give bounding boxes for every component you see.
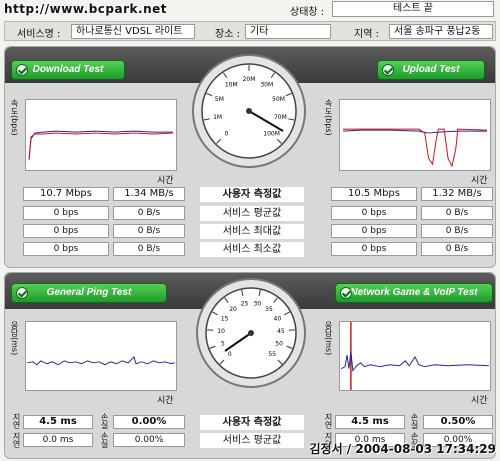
check-icon <box>382 64 394 76</box>
gauge-tick-label: 50 <box>275 340 283 347</box>
ping-latency-value: 4.5 ms <box>23 415 93 429</box>
ping-avg-loss: 0.00% <box>113 433 185 447</box>
gauge-tick-label: 25 <box>241 301 249 308</box>
ping-avg-latency: 0.0 ms <box>23 433 93 447</box>
ping-x-axis-label: 시간 <box>157 396 174 406</box>
gauge-tick-label: 100M <box>263 131 280 138</box>
gauge-tick-label: 70M <box>274 114 287 121</box>
upload-graph <box>339 99 491 171</box>
gauge-tick-label: 0 <box>224 131 228 138</box>
upload-max-bps: 0 bps <box>331 224 417 238</box>
gauge-tick-label: 15 <box>221 316 229 323</box>
general-ping-test-label: General Ping Test <box>46 287 132 298</box>
gauge-tick-label: 5M <box>215 96 224 103</box>
gauge-tick-label: 1M <box>213 114 222 121</box>
gauge-tick-label: 20 <box>229 306 237 313</box>
status-label: 상태창 : <box>290 7 325 18</box>
user-measured-label: 사용자 측정값 <box>200 187 304 202</box>
service-avg-label: 서비스 평균값 <box>200 206 304 221</box>
upload-Bps-value: 1.32 MB/s <box>421 187 493 201</box>
download-bps-value: 10.7 Mbps <box>23 187 109 201</box>
latency-label: 지연 <box>12 413 21 429</box>
place-label: 장소 : <box>215 29 240 40</box>
download-avg-Bps: 0 B/s <box>113 206 185 220</box>
upload-y-axis-label: 속도(bps) <box>324 99 333 136</box>
download-y-axis-label: 속도(bps) <box>10 99 19 136</box>
ping-loss-value: 0.00% <box>113 415 185 429</box>
upload-x-axis-label: 시간 <box>471 176 488 186</box>
gauge-tick-label: 50M <box>272 96 285 103</box>
download-test-label: Download Test <box>32 64 104 75</box>
upload-max-Bps: 0 B/s <box>421 224 493 238</box>
check-icon <box>16 64 28 76</box>
ping-y-axis-label: 응답(ms) <box>10 321 19 356</box>
photo-credit: 김정서 / 2004-08-03 17:34:29 <box>309 442 497 456</box>
loss-label: 손실 <box>100 432 109 448</box>
network-game-voip-test-label: Network Game & VoIP Test <box>350 287 478 298</box>
download-test-button[interactable]: Download Test <box>11 60 125 80</box>
game-latency-label: 지연 <box>324 413 333 429</box>
game-loss-label: 손실 <box>410 413 419 429</box>
gauge-tick-label: 10M <box>225 81 238 88</box>
gauge-tick-label: 10 <box>217 328 225 335</box>
gauge-tick-label: 35 <box>265 306 273 313</box>
ping-user-measured-label: 사용자 측정값 <box>200 415 304 430</box>
upload-avg-Bps: 0 B/s <box>421 206 493 220</box>
upload-min-bps: 0 bps <box>331 242 417 256</box>
upload-test-button[interactable]: Upload Test <box>377 60 485 80</box>
service-min-label: 서비스 최소값 <box>200 242 304 257</box>
gauge-tick-label: 0 <box>228 351 232 358</box>
download-max-Bps: 0 B/s <box>113 224 185 238</box>
game-x-axis-label: 시간 <box>471 396 488 406</box>
download-avg-bps: 0 bps <box>23 206 109 220</box>
game-loss-value: 0.50% <box>423 415 493 429</box>
latency-label: 지연 <box>12 432 21 448</box>
download-min-bps: 0 bps <box>23 242 109 256</box>
game-y-axis-label: 응답(ms) <box>324 321 333 356</box>
download-graph <box>25 99 177 171</box>
download-min-Bps: 0 B/s <box>113 242 185 256</box>
gauge-tick-label: 20M <box>243 76 256 83</box>
check-icon <box>340 287 352 299</box>
place-field: 기타 <box>245 24 331 39</box>
gauge-tick-label: 45 <box>277 328 285 335</box>
game-latency-value: 4.5 ms <box>335 415 405 429</box>
loss-label: 손실 <box>100 413 109 429</box>
service-max-label: 서비스 최대값 <box>200 224 304 239</box>
upload-min-Bps: 0 B/s <box>421 242 493 256</box>
game-graph <box>339 321 491 391</box>
ping-gauge: 05 10 1520 25 303540 45 50 55 <box>196 278 306 388</box>
ping-service-avg-label: 서비스 평균값 <box>200 433 304 448</box>
ping-test-panel: General Ping Test Network Game & VoIP Te… <box>4 272 496 459</box>
speed-test-panel: Download Test Upload Test 0 1M 5M 10M 20M 30M… <box>4 46 496 268</box>
service-label: 서비스명 : <box>17 29 61 40</box>
general-ping-test-button[interactable]: General Ping Test <box>11 283 167 303</box>
gauge-tick-label: 30 <box>254 301 262 308</box>
gauge-tick-label: 30M <box>260 81 273 88</box>
download-Bps-value: 1.34 MB/s <box>113 187 185 201</box>
network-game-voip-test-button[interactable]: Network Game & VoIP Test <box>335 283 493 303</box>
download-max-bps: 0 bps <box>23 224 109 238</box>
region-field: 서울 송파구 풍납2동 <box>389 24 493 39</box>
service-info-bar: 서비스명 : 하나로통신 VDSL 라이트 장소 : 기타 지역 : 서울 송파… <box>4 21 496 41</box>
site-watermark: http://www.bcpark.net <box>4 2 167 16</box>
download-x-axis-label: 시간 <box>157 176 174 186</box>
upload-bps-value: 10.5 Mbps <box>331 187 417 201</box>
speed-gauge: 0 1M 5M 10M 20M 30M 50M 70M 100M <box>192 54 306 168</box>
gauge-tick-label: 55 <box>268 351 276 358</box>
status-field: 테스트 끝 <box>332 1 494 17</box>
ping-graph <box>25 321 177 391</box>
check-icon <box>16 287 28 299</box>
upload-test-label: Upload Test <box>402 64 460 75</box>
service-field: 하나로통신 VDSL 라이트 <box>71 24 195 39</box>
gauge-tick-label: 40 <box>274 316 282 323</box>
region-label: 지역 : <box>354 29 379 40</box>
upload-avg-bps: 0 bps <box>331 206 417 220</box>
gauge-tick-label: 5 <box>221 340 225 347</box>
